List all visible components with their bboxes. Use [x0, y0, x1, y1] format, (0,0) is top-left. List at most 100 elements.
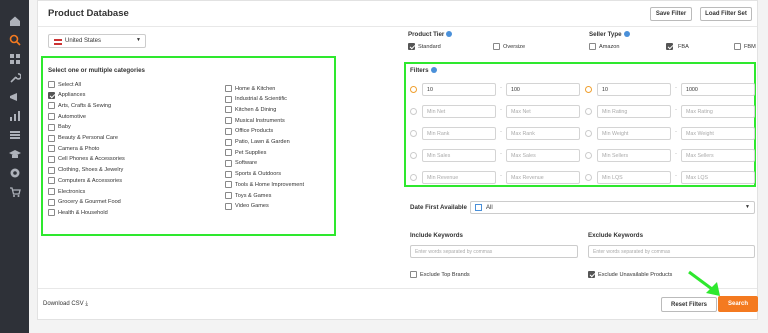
date-first-select[interactable]: All ▼ — [470, 201, 755, 214]
category-checkbox[interactable] — [225, 127, 232, 135]
product-tier-label: Product Tier — [408, 31, 453, 38]
oversize-checkbox[interactable] — [493, 43, 500, 50]
filter-max-input[interactable]: Max Weight — [681, 127, 755, 140]
list-icon[interactable] — [8, 128, 21, 141]
home-icon[interactable] — [8, 14, 21, 27]
category-label: Video Games — [235, 203, 269, 210]
filter-min-input[interactable]: Min Sales — [422, 149, 496, 162]
filter-min-input[interactable]: Min Net — [422, 105, 496, 118]
category-checkbox[interactable] — [48, 81, 55, 88]
category-label: Pet Supplies — [235, 149, 267, 156]
filter-max-input[interactable]: 100 — [506, 83, 580, 96]
download-csv-link[interactable]: Download CSV ⤓ — [43, 301, 88, 308]
filter-min-input[interactable]: Min Revenue — [422, 171, 496, 184]
category-label: Camera & Photo — [58, 145, 100, 152]
page-title: Product Database — [48, 8, 129, 19]
category-checkbox[interactable] — [48, 166, 55, 174]
graduation-icon[interactable] — [8, 147, 21, 160]
load-filter-set-button[interactable]: Load Filter Set — [700, 7, 752, 21]
category-label: Beauty & Personal Care — [58, 135, 119, 141]
filter-max-input[interactable]: Max Rank — [506, 127, 580, 140]
category-checkbox[interactable] — [48, 188, 55, 195]
amazon-checkbox[interactable] — [589, 43, 596, 50]
fbm-checkbox[interactable] — [734, 43, 741, 50]
category-checkbox[interactable] — [225, 192, 232, 199]
category-checkbox[interactable] — [48, 102, 55, 110]
filter-icon — [410, 174, 417, 181]
filter-min-input[interactable]: 10 — [422, 83, 496, 96]
wrench-icon[interactable] — [8, 71, 21, 84]
grid-icon[interactable] — [8, 52, 21, 65]
category-checkbox[interactable] — [48, 113, 55, 121]
info-icon — [446, 31, 453, 38]
category-checkbox[interactable] — [225, 149, 232, 157]
category-checkbox[interactable] — [225, 138, 232, 146]
category-label: Musical Instruments — [235, 117, 285, 124]
category-checkbox[interactable] — [48, 134, 55, 142]
category-checkbox[interactable] — [48, 209, 55, 217]
filter-max-input[interactable]: 1000 — [681, 83, 755, 96]
filter-min-input[interactable]: Min Rank — [422, 127, 496, 140]
filter-icon — [585, 152, 592, 159]
gear-icon[interactable] — [8, 166, 21, 179]
save-filter-button[interactable]: Save Filter — [650, 7, 692, 21]
include-keywords-input[interactable]: Enter words separated by commas — [410, 245, 578, 258]
standard-checkbox[interactable] — [408, 43, 415, 50]
filter-max-input[interactable]: Max Rating — [681, 105, 755, 118]
product-database-card: Product Database Save Filter Load Filter… — [37, 0, 758, 320]
range-separator: - — [500, 151, 502, 157]
search-icon[interactable] — [8, 33, 21, 46]
category-label: Computers & Accessories — [58, 177, 123, 184]
range-separator: - — [500, 85, 502, 91]
category-checkbox[interactable] — [48, 177, 55, 185]
category-label: Electronics — [58, 188, 86, 195]
filter-icon — [410, 108, 417, 115]
filter-min-input[interactable]: Min Sellers — [597, 149, 671, 162]
category-checkbox[interactable] — [225, 85, 232, 92]
category-checkbox[interactable] — [225, 95, 232, 103]
category-checkbox[interactable] — [48, 91, 55, 99]
category-checkbox[interactable] — [48, 123, 55, 131]
category-checkbox[interactable] — [48, 198, 55, 206]
fbm-label: FBM — [744, 44, 756, 50]
filter-min-input[interactable]: 10 — [597, 83, 671, 96]
category-checkbox[interactable] — [225, 202, 232, 210]
exclude-top-brands-checkbox[interactable] — [410, 271, 417, 278]
filter-max-input[interactable]: Max Net — [506, 105, 580, 118]
category-label: Clothing, Shoes & Jewelry — [58, 167, 124, 174]
category-checkbox[interactable] — [48, 155, 55, 163]
filter-max-input[interactable]: Max LQS — [681, 171, 755, 184]
filter-max-input[interactable]: Max Revenue — [506, 171, 580, 184]
category-checkbox[interactable] — [225, 117, 232, 125]
range-separator: - — [675, 107, 677, 113]
category-checkbox[interactable] — [225, 159, 232, 167]
category-label: Toys & Games — [235, 192, 272, 199]
filter-icon — [585, 108, 592, 115]
category-checkbox[interactable] — [225, 170, 232, 178]
category-checkbox[interactable] — [225, 106, 232, 114]
exclude-unavailable-checkbox[interactable] — [588, 271, 595, 278]
category-label: Cell Phones & Accessories — [58, 156, 125, 163]
filter-max-input[interactable]: Max Sellers — [681, 149, 755, 162]
oversize-label: Oversize — [503, 44, 526, 50]
exclude-keywords-input[interactable]: Enter words separated by commas — [588, 245, 755, 258]
category-label: Baby — [58, 124, 71, 131]
marketplace-select[interactable]: United States ▼ — [48, 34, 146, 48]
megaphone-icon[interactable] — [8, 90, 21, 103]
reset-filters-button[interactable]: Reset Filters — [661, 297, 717, 312]
footer-divider — [38, 288, 757, 289]
range-separator: - — [675, 151, 677, 157]
exclude-unavailable-label: Exclude Unavailable Products — [598, 272, 673, 278]
filter-max-input[interactable]: Max Sales — [506, 149, 580, 162]
standard-label: Standard — [418, 44, 441, 50]
filter-min-input[interactable]: Min Weight — [597, 127, 671, 140]
chart-icon[interactable] — [8, 109, 21, 122]
icon-rail — [0, 0, 29, 333]
category-checkbox[interactable] — [225, 181, 232, 189]
filter-min-input[interactable]: Min LQS — [597, 171, 671, 184]
filter-min-input[interactable]: Min Rating — [597, 105, 671, 118]
range-separator: - — [500, 129, 502, 135]
cart-icon[interactable] — [8, 185, 21, 198]
category-checkbox[interactable] — [48, 145, 55, 153]
fba-checkbox[interactable] — [666, 43, 673, 50]
